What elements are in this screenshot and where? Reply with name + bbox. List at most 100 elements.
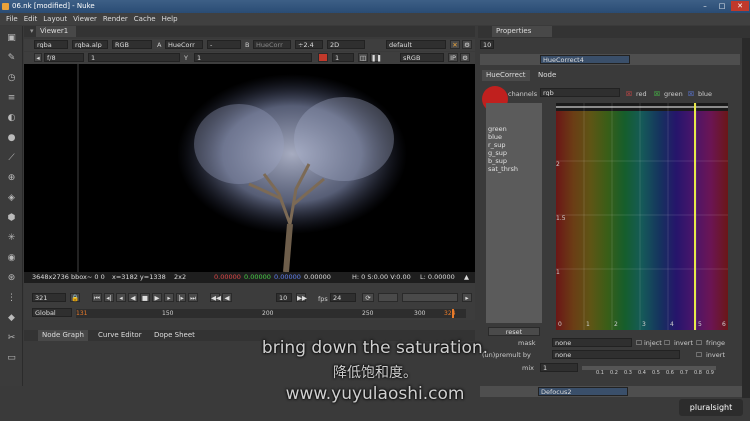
next-keyframe-icon[interactable]: |▸ — [176, 293, 186, 302]
b-input-dropdown[interactable]: HueCorr — [253, 40, 291, 49]
first-frame-icon[interactable]: ⏮ — [92, 293, 102, 302]
loop-icon[interactable]: ⟳ — [362, 293, 374, 302]
colorspace-dropdown[interactable]: sRGB — [400, 53, 444, 62]
prev-keyframe-icon[interactable]: ◂| — [104, 293, 114, 302]
3d-icon[interactable]: ⬢ — [5, 212, 18, 224]
settings-icon[interactable]: ⚙ — [462, 40, 472, 49]
back-step-icon[interactable]: ◀◀ — [210, 293, 221, 302]
proxy-dropdown[interactable]: 1 — [332, 53, 354, 62]
channels-dropdown[interactable]: rgba — [34, 40, 68, 49]
red-checkbox[interactable]: ☒ — [626, 90, 632, 98]
x-tick: 2 — [614, 321, 618, 328]
lock-icon[interactable]: 🔒 — [70, 293, 80, 302]
image-icon[interactable]: ▣ — [5, 32, 18, 44]
subtitle-chinese: 降低饱和度。 — [333, 365, 417, 381]
y-tick: 1.5 — [556, 215, 566, 222]
tab-huecorrect[interactable]: HueCorrect — [482, 70, 530, 81]
gamma-field[interactable]: 1 — [194, 53, 312, 62]
curve-item-sat-thrsh[interactable]: sat_thrsh — [488, 165, 518, 173]
reset-button[interactable]: reset — [488, 327, 540, 336]
hue-curve-graph[interactable]: 2 1.5 1 0 1 2 3 4 5 6 — [556, 103, 728, 330]
fstop-field[interactable]: f/8 — [44, 53, 84, 62]
node-name-field[interactable]: HueCorrect4 — [540, 55, 630, 64]
time-icon[interactable]: ◷ — [5, 72, 18, 84]
color-icon[interactable]: ◐ — [5, 112, 18, 124]
flipbook-button[interactable] — [378, 293, 398, 302]
particles-icon[interactable]: ✳ — [5, 232, 18, 244]
stop-icon[interactable]: ■ — [140, 293, 150, 302]
keyer-icon[interactable]: ⟋ — [5, 152, 18, 164]
info-menu-icon[interactable]: ▲ — [464, 272, 469, 283]
tag-icon[interactable]: ◆ — [5, 312, 18, 324]
x-tick: 5 — [698, 321, 702, 328]
tab-node[interactable]: Node — [534, 70, 560, 81]
maximize-button[interactable]: □ — [713, 1, 731, 11]
lut-dropdown[interactable]: default — [386, 40, 446, 49]
display-dropdown[interactable]: RGB — [112, 40, 152, 49]
views-icon[interactable]: ⊛ — [5, 272, 18, 284]
curve-item-green[interactable]: green — [488, 125, 507, 133]
draw-icon[interactable]: ✎ — [5, 52, 18, 64]
layers-icon[interactable]: ◈ — [5, 192, 18, 204]
gain-field[interactable]: ÷2.4 — [295, 40, 323, 49]
curve-item-blue[interactable]: blue — [488, 133, 502, 141]
menu-file[interactable]: File — [6, 15, 18, 23]
a-input-dropdown[interactable]: HueCorr — [165, 40, 203, 49]
exposure-field[interactable]: 1 — [88, 53, 180, 62]
wipe-dropdown[interactable]: - — [207, 40, 241, 49]
last-frame-icon[interactable]: ⏭ — [188, 293, 198, 302]
menu-help[interactable]: Help — [162, 15, 178, 23]
timeline-slider[interactable]: 131 150 200 250 300 324 — [76, 309, 466, 318]
metadata-icon[interactable]: ⋮ — [5, 292, 18, 304]
merge-icon[interactable]: ⊕ — [5, 172, 18, 184]
alpha-dropdown[interactable]: rgba.alp — [72, 40, 108, 49]
viewer-settings-icon[interactable]: ⚙ — [460, 53, 470, 62]
max-panels-field[interactable]: 10 — [480, 40, 494, 49]
clip-icon[interactable]: ◫ — [358, 53, 368, 62]
curve-item-g-sup[interactable]: g_sup — [488, 149, 507, 157]
timeline-playhead[interactable] — [452, 309, 455, 318]
x-tick: 4 — [670, 321, 674, 328]
viewer-viewport[interactable] — [24, 64, 475, 272]
next-frame-icon[interactable]: ▸ — [164, 293, 174, 302]
filter-icon[interactable]: ● — [5, 132, 18, 144]
fps-field[interactable]: 24 — [330, 293, 356, 302]
skip-frames-button[interactable] — [402, 293, 458, 302]
back-step-icon-2[interactable]: ◀ — [222, 293, 232, 302]
ip-button[interactable]: IP — [448, 53, 458, 62]
channels-select[interactable]: rgb — [540, 88, 620, 97]
playbar-menu-icon[interactable]: ▸ — [462, 293, 472, 302]
fstop-down-button[interactable]: ◂ — [34, 53, 42, 62]
forward-step-icon[interactable]: ▶▶ — [296, 293, 307, 302]
green-checkbox[interactable]: ☒ — [654, 90, 660, 98]
play-backward-icon[interactable]: ◀ — [128, 293, 138, 302]
x-tick: 0 — [558, 321, 562, 328]
curve-playhead[interactable] — [694, 103, 696, 330]
deep-icon[interactable]: ◉ — [5, 252, 18, 264]
channel-icon[interactable]: ≡ — [5, 92, 18, 104]
prev-frame-icon[interactable]: ◂ — [116, 293, 126, 302]
range-dropdown[interactable]: Global — [32, 308, 72, 317]
curve-item-b-sup[interactable]: b_sup — [488, 157, 507, 165]
a-input-label: A — [157, 41, 162, 49]
menu-layout[interactable]: Layout — [43, 15, 67, 23]
pause-icon[interactable] — [318, 53, 328, 62]
play-forward-icon[interactable]: ▶ — [152, 293, 162, 302]
menu-edit[interactable]: Edit — [24, 15, 38, 23]
close-button[interactable]: ✕ — [731, 1, 749, 11]
blue-checkbox[interactable]: ☒ — [688, 90, 694, 98]
tab-viewer1[interactable]: Viewer1 — [36, 26, 76, 37]
menu-cache[interactable]: Cache — [134, 15, 156, 23]
red-label: red — [636, 90, 647, 98]
pause-icon-2[interactable]: ❚❚ — [370, 53, 382, 62]
y-tick: 1 — [556, 269, 560, 276]
minimize-button[interactable]: – — [696, 1, 714, 11]
roi-icon[interactable]: ✕ — [450, 40, 460, 49]
menu-render[interactable]: Render — [103, 15, 128, 23]
tab-properties[interactable]: Properties — [492, 26, 552, 37]
view-mode-dropdown[interactable]: 2D — [327, 40, 365, 49]
current-frame-field[interactable]: 321 — [32, 293, 66, 302]
increment-field[interactable]: 10 — [276, 293, 292, 302]
curve-item-r-sup[interactable]: r_sup — [488, 141, 506, 149]
menu-viewer[interactable]: Viewer — [73, 15, 97, 23]
